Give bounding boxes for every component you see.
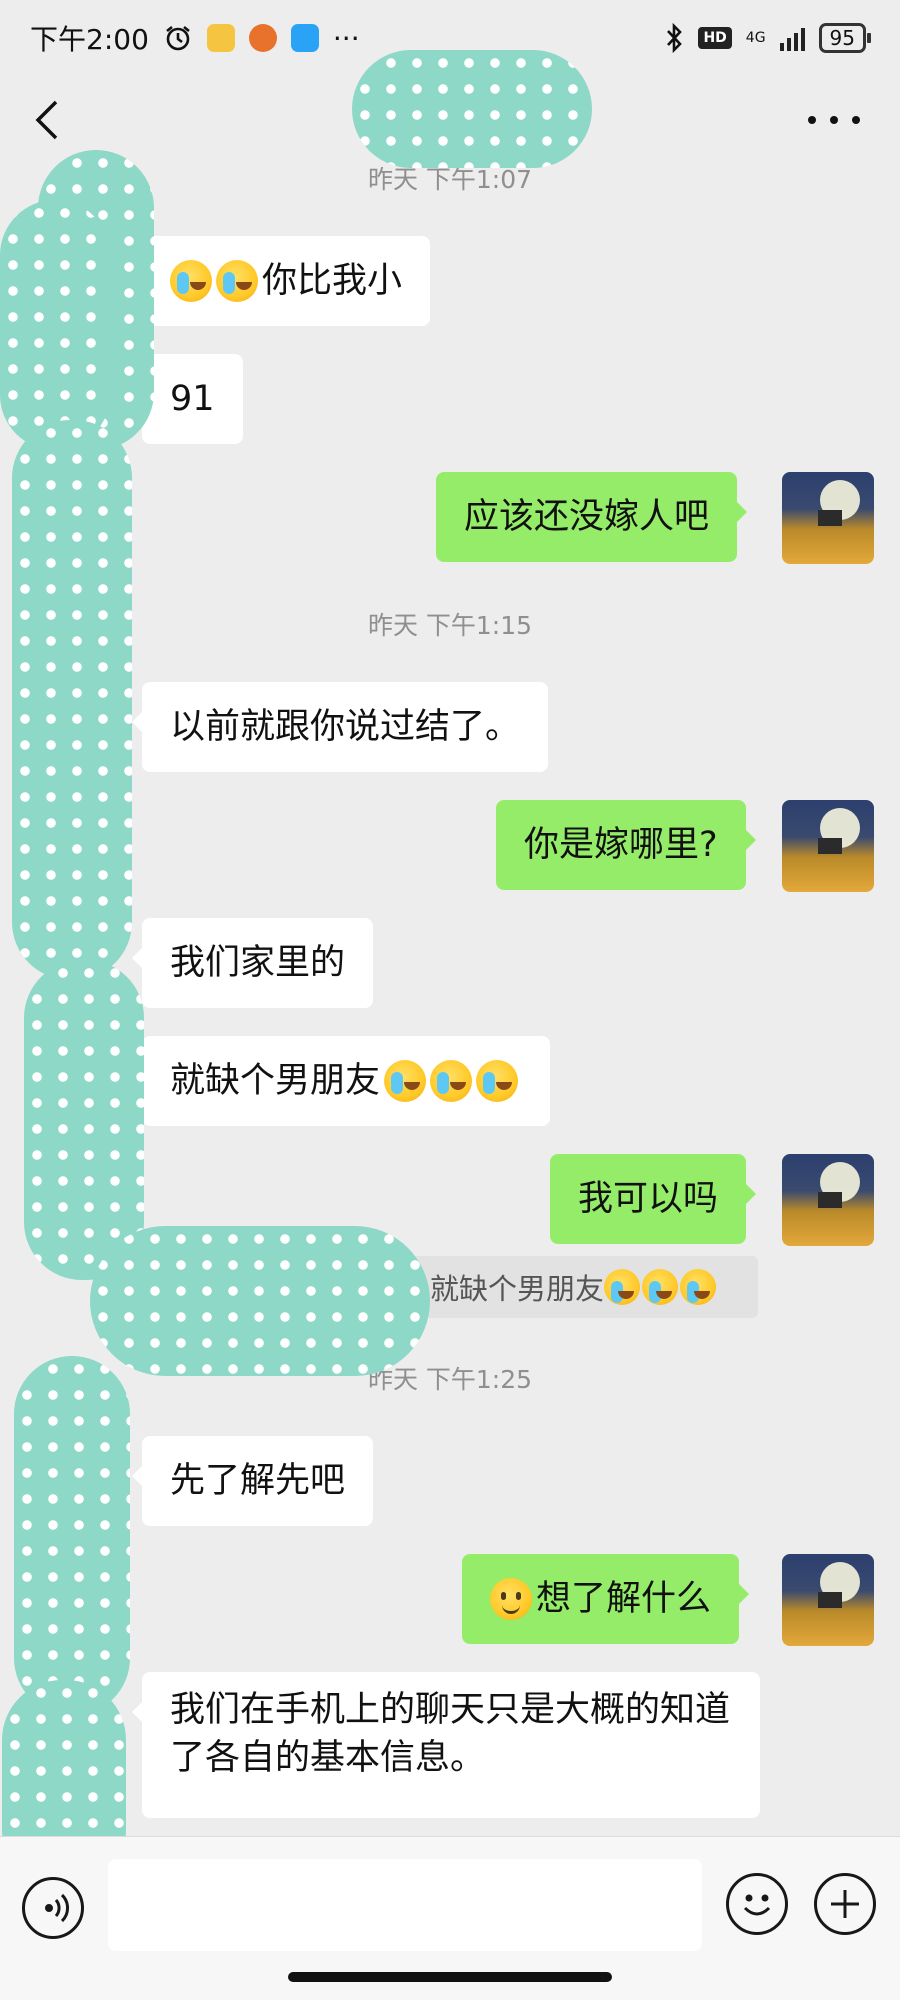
quoted-text: 就缺个男朋友 (430, 1272, 605, 1306)
notification-app-icon (248, 24, 277, 52)
message-text: 就缺个男朋友 (170, 1061, 381, 1101)
outgoing-message[interactable]: 应该还没嫁人吧 (436, 472, 748, 562)
status-right: HD 4G 95 (664, 23, 872, 53)
message-text: 想了解什么 (536, 1579, 712, 1619)
incoming-message[interactable]: 以前就跟你说过结了。 (131, 682, 549, 772)
incoming-message[interactable]: 你比我小 (131, 236, 431, 326)
outgoing-message[interactable]: 想了解什么 (462, 1554, 750, 1644)
emoji-button[interactable] (726, 1873, 788, 1935)
message-input[interactable] (108, 1859, 702, 1951)
message-text: 我可以吗 (578, 1179, 719, 1219)
facepalm-emoji-icon (642, 1269, 679, 1305)
more-notifications-icon: ··· (332, 21, 360, 55)
quoted-message[interactable]: 就缺个男朋友 (386, 1256, 758, 1318)
outgoing-message[interactable]: 我可以吗 (550, 1154, 757, 1244)
message-text: 应该还没嫁人吧 (464, 497, 710, 537)
message-text: 以前就跟你说过结了。 (170, 707, 521, 747)
privacy-redaction (90, 1226, 430, 1376)
facepalm-emoji-icon (430, 1060, 473, 1102)
incoming-message[interactable]: 91 (132, 354, 243, 444)
user-avatar[interactable] (782, 1554, 874, 1646)
user-avatar[interactable] (782, 1154, 874, 1246)
message-text: 先了解先吧 (170, 1461, 346, 1501)
message-text: 我们家里的 (170, 943, 346, 983)
status-time: 下午2:00 (30, 23, 149, 56)
privacy-redaction (12, 420, 132, 980)
facepalm-emoji-icon (170, 260, 212, 302)
privacy-redaction (24, 960, 144, 1280)
signal-icon (779, 25, 805, 51)
hd-badge: HD (698, 27, 732, 49)
incoming-message[interactable]: 我们在手机上的聊天只是大概的知道了各自的基本信息。 (132, 1672, 760, 1818)
privacy-redaction (14, 1356, 130, 1716)
privacy-redaction (0, 200, 110, 450)
notification-app-icon (206, 24, 235, 52)
incoming-message[interactable]: 我们家里的 (131, 918, 374, 1008)
more-options-button[interactable] (808, 106, 860, 134)
status-left: 下午2:00 ··· (30, 18, 360, 58)
outgoing-message[interactable]: 你是嫁哪里? (496, 800, 756, 890)
incoming-message[interactable]: 先了解先吧 (131, 1436, 374, 1526)
facepalm-emoji-icon (216, 260, 258, 302)
battery-icon: 95 (818, 23, 872, 53)
voice-input-button[interactable] (22, 1877, 84, 1939)
facepalm-emoji-icon (604, 1269, 641, 1305)
message-text: 我们在手机上的聊天只是大概的知道了各自的基本信息。 (170, 1690, 731, 1778)
emoji-icon (743, 1894, 771, 1916)
home-indicator[interactable] (288, 1972, 612, 1982)
alarm-icon (166, 25, 190, 51)
privacy-redaction (352, 50, 592, 168)
facepalm-emoji-icon (476, 1060, 519, 1102)
facepalm-emoji-icon (680, 1269, 717, 1305)
message-text: 你是嫁哪里? (524, 825, 718, 865)
incoming-message[interactable]: 就缺个男朋友 (131, 1036, 551, 1126)
smile-emoji-icon (490, 1578, 532, 1620)
back-icon[interactable] (28, 96, 68, 144)
timestamp: 昨天 下午1:15 (367, 611, 533, 640)
bluetooth-icon (667, 23, 683, 53)
notification-app-icon (290, 24, 319, 52)
voice-icon (45, 1893, 69, 1923)
user-avatar[interactable] (782, 800, 874, 892)
network-type: 4G (745, 30, 766, 46)
user-avatar[interactable] (782, 472, 874, 564)
more-functions-button[interactable] (814, 1873, 876, 1935)
plus-icon (831, 1890, 859, 1918)
message-text: 91 (170, 379, 215, 419)
message-text: 你比我小 (262, 261, 403, 301)
facepalm-emoji-icon (384, 1060, 427, 1102)
